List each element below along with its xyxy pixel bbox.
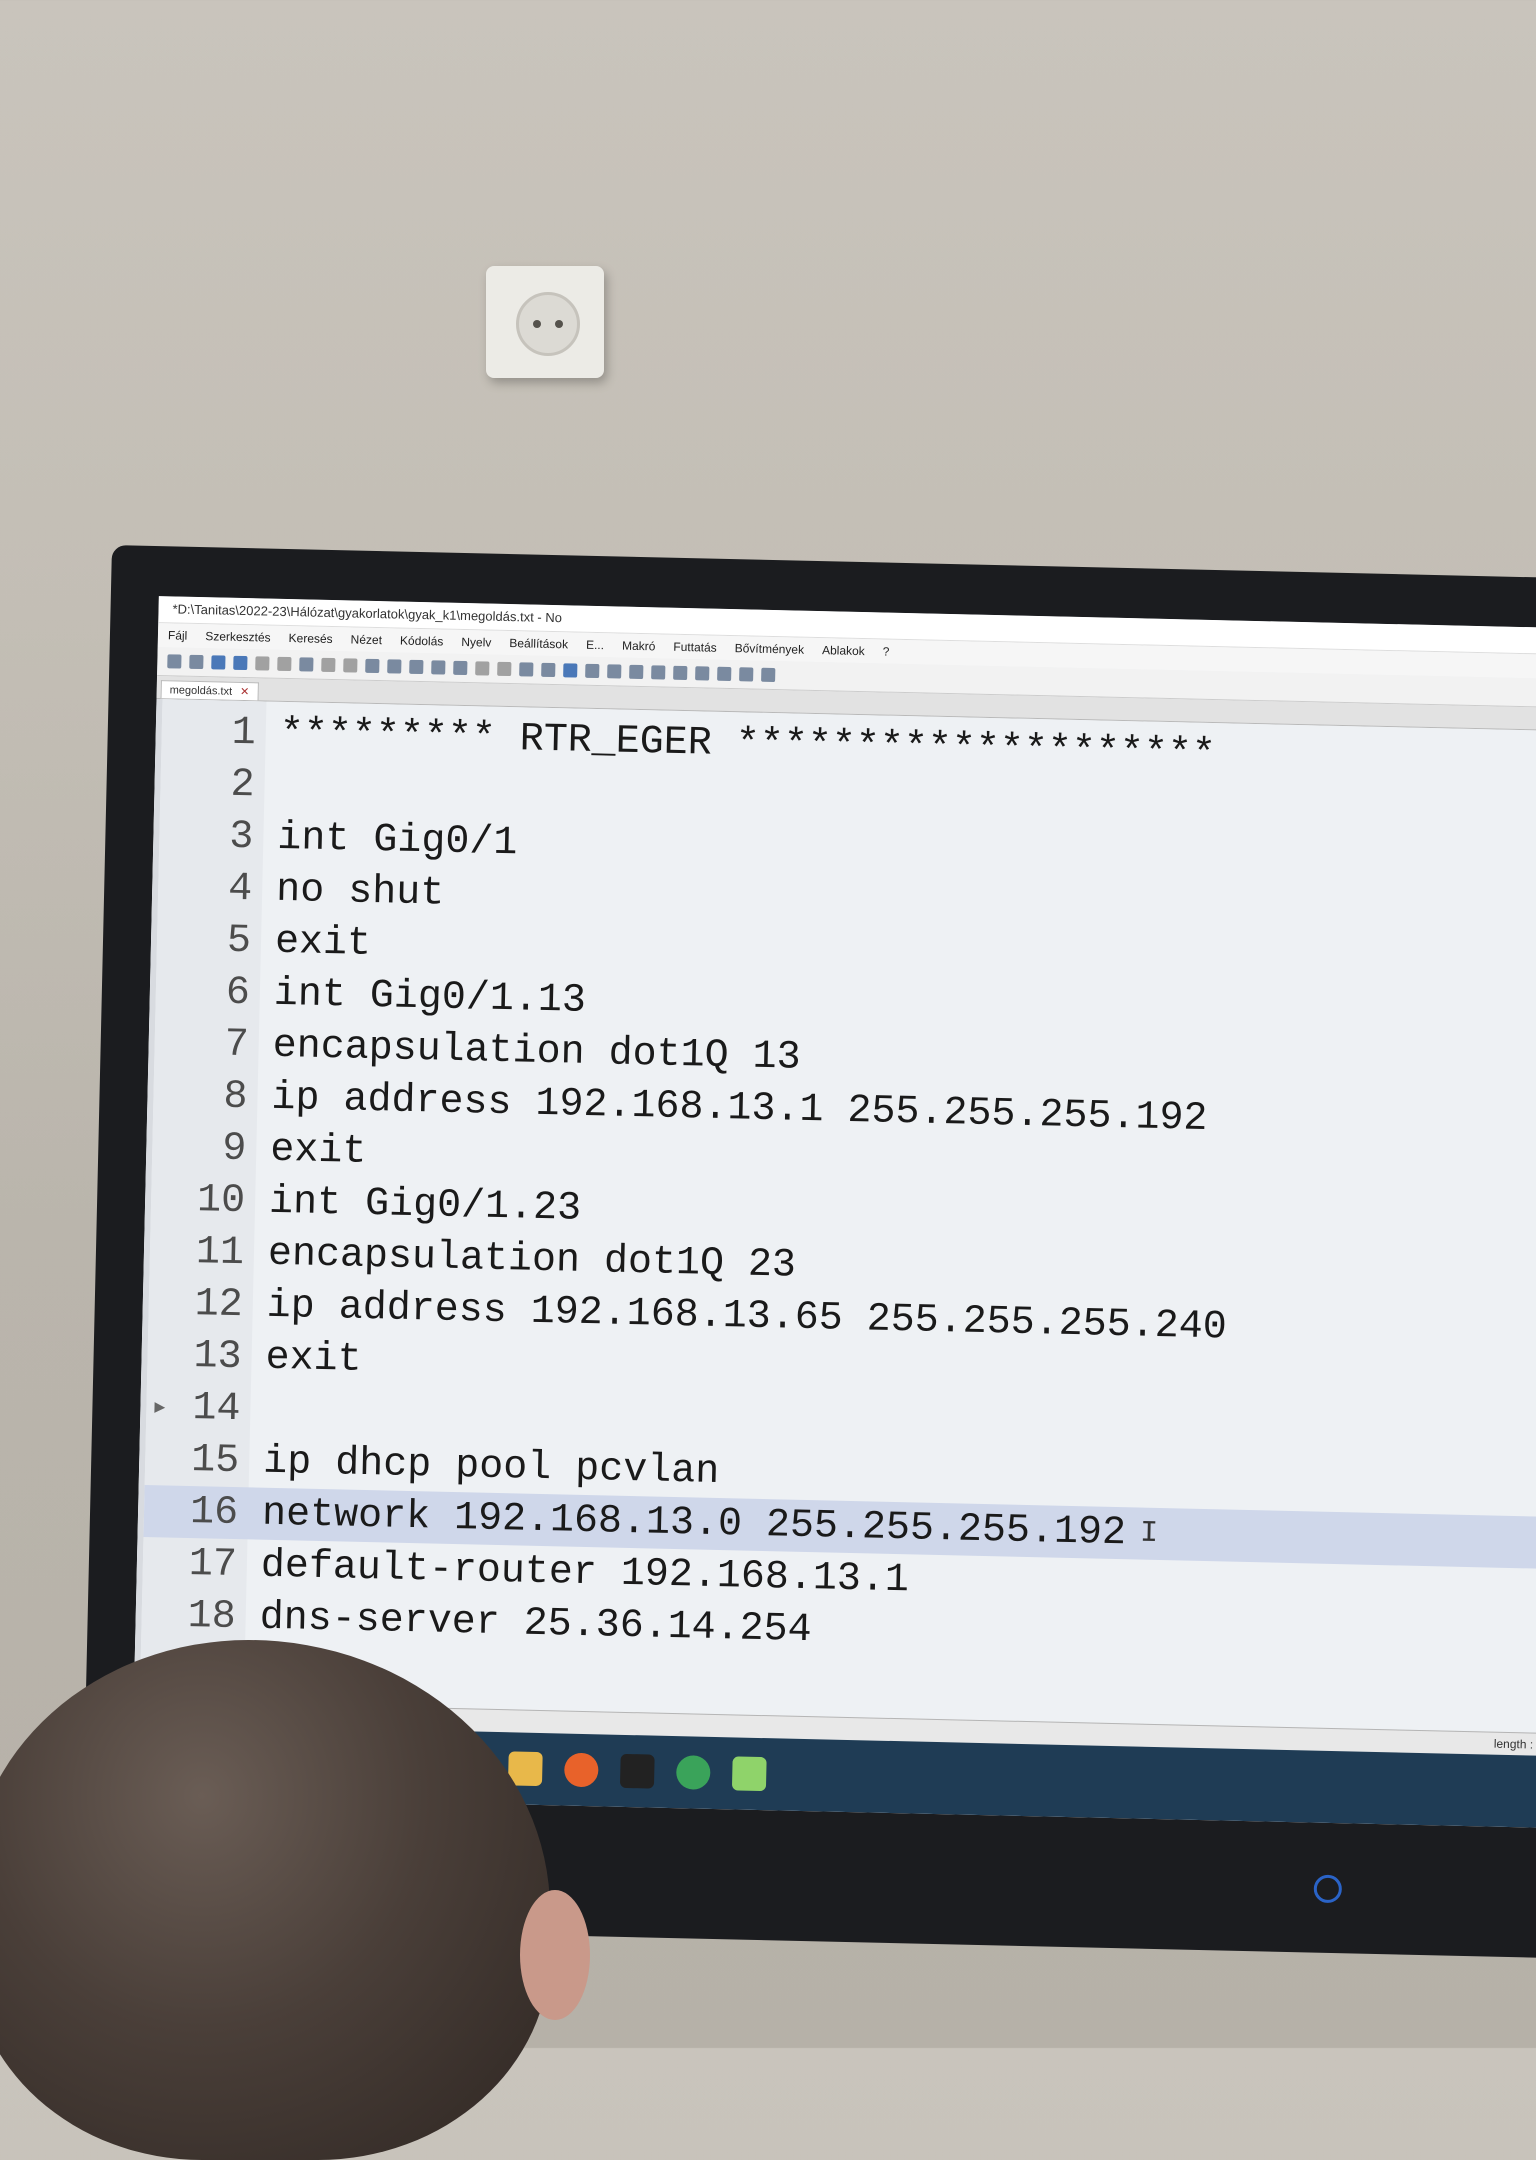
line-number: 11 (195, 1229, 245, 1276)
line-text: encapsulation dot1Q 13 (272, 1023, 802, 1081)
monitoring-icon[interactable] (651, 665, 666, 680)
menu-item-edit[interactable]: Szerkesztés (205, 629, 271, 644)
notepad-plus-plus-icon[interactable] (731, 1756, 767, 1792)
line-text: exit (269, 1127, 367, 1175)
replace-icon[interactable] (453, 660, 468, 676)
cut-icon[interactable] (321, 657, 336, 673)
text-cursor-icon: I (1139, 1516, 1159, 1551)
line-text: int Gig0/1.23 (268, 1179, 582, 1232)
line-number: 9 (221, 1126, 247, 1172)
stop-macro-icon[interactable] (695, 666, 710, 681)
line-text: exit (265, 1335, 363, 1383)
show-all-characters-icon[interactable] (541, 662, 556, 678)
tab-close-icon[interactable]: ✕ (240, 686, 249, 698)
folder-workspace-icon[interactable] (629, 664, 644, 680)
menu-item-help[interactable]: ? (883, 645, 890, 659)
line-number: 3 (228, 814, 254, 860)
line-text: int Gig0/1 (276, 815, 518, 866)
menu-item-file[interactable]: Fájl (168, 628, 188, 642)
browser-icon[interactable] (675, 1755, 711, 1790)
function-list-icon[interactable] (607, 664, 622, 679)
fold-marker-icon[interactable]: ▶ (154, 1399, 165, 1416)
line-text: no shut (275, 867, 445, 917)
line-number: 5 (226, 918, 252, 964)
line-number: 16 (189, 1489, 239, 1536)
menu-item-plugins[interactable]: Bővítmények (735, 641, 805, 657)
line-text: ip dhcp pool pcvlan (262, 1439, 720, 1495)
menu-item-tools[interactable]: E... (586, 638, 604, 652)
record-macro-icon[interactable] (673, 665, 688, 681)
line-text: dns-server 25.36.14.254 (259, 1595, 813, 1653)
run-macro-multiple-icon[interactable] (739, 667, 754, 682)
menu-item-macro[interactable]: Makró (622, 639, 656, 654)
save-all-icon[interactable] (233, 655, 248, 671)
word-wrap-icon[interactable] (519, 662, 534, 677)
status-length: length : 1 (1493, 1736, 1536, 1752)
line-number: 17 (188, 1541, 238, 1588)
play-macro-icon[interactable] (717, 666, 732, 682)
line-number: 7 (224, 1022, 250, 1068)
wall-outlet (486, 266, 604, 378)
menu-item-run[interactable]: Futtatás (673, 640, 717, 655)
menu-item-encoding[interactable]: Kódolás (400, 634, 444, 649)
line-number: 15 (190, 1437, 240, 1484)
person-ear (520, 1890, 590, 2020)
line-number: 13 (193, 1333, 243, 1380)
line-number: 6 (225, 970, 251, 1016)
close-icon[interactable] (255, 656, 270, 671)
menu-item-language[interactable]: Nyelv (461, 635, 491, 650)
line-number: 12 (194, 1281, 244, 1328)
line-text: int Gig0/1.13 (273, 971, 587, 1024)
save-icon[interactable] (211, 655, 226, 670)
new-file-icon[interactable] (167, 654, 182, 669)
close-all-icon[interactable] (277, 656, 292, 672)
line-number: 4 (227, 866, 253, 912)
redo-icon[interactable] (409, 659, 424, 675)
line-text: exit (274, 919, 372, 967)
undo-icon[interactable] (387, 659, 402, 674)
line-number: 18 (187, 1593, 237, 1640)
line-number: 2 (230, 762, 256, 808)
zoom-out-icon[interactable] (497, 661, 512, 677)
text-editor[interactable]: 1 ********* RTR_EGER ********************… (133, 699, 1536, 1742)
open-file-icon[interactable] (189, 654, 204, 670)
paste-icon[interactable] (365, 658, 380, 674)
find-icon[interactable] (431, 660, 446, 675)
save-macro-icon[interactable] (761, 667, 776, 683)
document-map-icon[interactable] (585, 663, 600, 679)
indent-guide-icon[interactable] (563, 663, 578, 678)
line-number: 8 (222, 1074, 249, 1120)
copy-icon[interactable] (343, 658, 358, 673)
power-led-icon (1313, 1874, 1343, 1904)
screen: *D:\Tanitas\2022-23\Hálózat\gyakorlatok\… (131, 596, 1536, 1828)
menu-item-windows[interactable]: Ablakok (822, 643, 865, 658)
print-icon[interactable] (299, 657, 314, 672)
firefox-icon[interactable] (563, 1752, 599, 1788)
menu-item-search[interactable]: Keresés (288, 631, 332, 646)
outlet-socket-icon (516, 292, 580, 356)
tab-label: megoldás.txt (169, 684, 233, 698)
line-text: encapsulation dot1Q 23 (267, 1231, 797, 1289)
zoom-in-icon[interactable] (475, 661, 490, 676)
line-number: 10 (196, 1177, 246, 1224)
menu-item-settings[interactable]: Beállítások (509, 636, 568, 651)
line-number: 1 (231, 710, 257, 756)
terminal-icon[interactable] (619, 1753, 655, 1789)
menu-item-view[interactable]: Nézet (350, 632, 382, 647)
tab-megoldas[interactable]: megoldás.txt ✕ (160, 680, 259, 701)
